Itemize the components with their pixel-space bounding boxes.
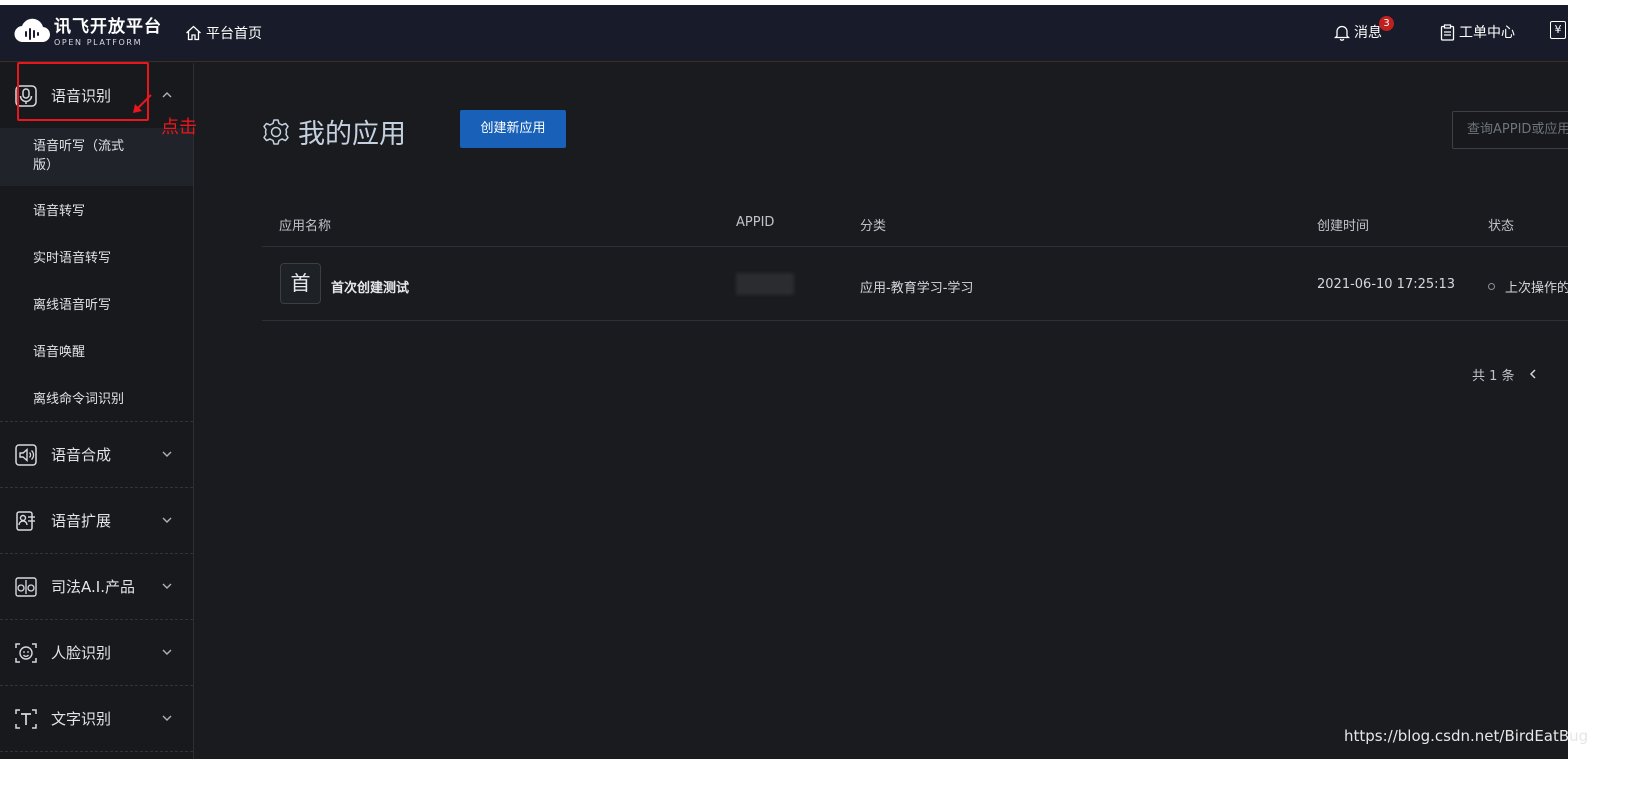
- scale-icon: [15, 576, 37, 597]
- sidebar-group-label: 司法A.I.产品: [51, 578, 135, 596]
- billing-link[interactable]: ¥: [1550, 21, 1566, 39]
- chevron-down-icon[interactable]: [161, 713, 173, 723]
- column-status: 状态: [1488, 219, 1515, 234]
- clipboard-icon: [1440, 23, 1455, 41]
- chevron-down-icon[interactable]: [161, 449, 173, 459]
- home-icon: [186, 25, 201, 41]
- text-icon: [15, 708, 37, 729]
- logo-subtitle: OPEN PLATFORM: [54, 38, 143, 47]
- sidebar-group-label: 语音合成: [51, 446, 112, 464]
- sidebar: 语音识别 语音听写（流式版） 语音转写 实时语音转写 离线语音听写 语音唤醒 离…: [0, 63, 194, 759]
- app-name[interactable]: 首次创建测试: [331, 277, 409, 296]
- sidebar-item-realtime-transcription[interactable]: 实时语音转写: [0, 233, 193, 280]
- chevron-left-icon[interactable]: [1528, 367, 1538, 381]
- search-input[interactable]: 查询APPID或应用: [1452, 111, 1568, 149]
- sidebar-group-label: 语音识别: [51, 87, 112, 105]
- sidebar-group-speech-extension[interactable]: 语音扩展: [0, 488, 193, 554]
- nav-home-label: 平台首页: [206, 26, 262, 42]
- sidebar-group-label: 语音扩展: [51, 512, 112, 530]
- column-app-name: 应用名称: [279, 219, 332, 234]
- bell-icon: [1334, 25, 1350, 41]
- app-window: 讯飞开放平台 OPEN PLATFORM 平台首页 消息 3 工单中心 ¥ 语音…: [0, 5, 1568, 759]
- sidebar-group-judicial-ai[interactable]: 司法A.I.产品: [0, 554, 193, 620]
- chevron-down-icon[interactable]: [161, 581, 173, 591]
- sidebar-group-label: 文字识别: [51, 710, 112, 728]
- page-heading: 我的应用: [262, 112, 406, 151]
- app-category: 应用-教育学习-学习: [860, 281, 974, 296]
- sidebar-item-label: 语音唤醒: [33, 345, 86, 360]
- sidebar-item-label: 实时语音转写: [33, 251, 112, 266]
- app-created-time: 2021-06-10 17:25:13: [1317, 277, 1456, 292]
- sidebar-group-speech-synthesis[interactable]: 语音合成: [0, 422, 193, 488]
- app-avatar: 首: [280, 263, 321, 304]
- face-icon: [15, 642, 37, 663]
- sidebar-item-voice-wakeup[interactable]: 语音唤醒: [0, 327, 193, 374]
- sidebar-item-label: 离线语音听写: [33, 298, 112, 313]
- sidebar-item-offline-command[interactable]: 离线命令词识别: [0, 374, 193, 421]
- sidebar-item-transcription[interactable]: 语音转写: [0, 186, 193, 233]
- microphone-icon: [15, 84, 37, 107]
- chevron-down-icon[interactable]: [161, 647, 173, 657]
- currency-icon: ¥: [1550, 21, 1566, 39]
- sidebar-item-label: 离线命令词识别: [33, 392, 125, 407]
- ticket-center-link[interactable]: 工单中心: [1440, 22, 1515, 42]
- cloud-voice-logo-icon: [14, 18, 50, 43]
- annotation-click-label: 点击: [161, 117, 197, 138]
- logo-title: 讯飞开放平台: [54, 17, 162, 37]
- sidebar-group-face-recognition[interactable]: 人脸识别: [0, 620, 193, 686]
- annotation-arrow-icon: [133, 94, 152, 113]
- appid-redacted: [736, 273, 794, 295]
- column-created-time: 创建时间: [1317, 219, 1370, 234]
- sidebar-group-header[interactable]: 语音扩展: [0, 488, 193, 553]
- sidebar-group-header[interactable]: 文字识别: [0, 686, 193, 751]
- sidebar-group-header[interactable]: 语音合成: [0, 422, 193, 487]
- top-navbar: 讯飞开放平台 OPEN PLATFORM 平台首页 消息 3 工单中心 ¥: [0, 5, 1568, 62]
- sidebar-group-text-recognition[interactable]: 文字识别: [0, 686, 193, 752]
- platform-logo[interactable]: 讯飞开放平台 OPEN PLATFORM: [14, 15, 162, 51]
- sidebar-item-label: 语音听写（流式版）: [33, 139, 125, 173]
- table-row[interactable]: 首 首次创建测试 应用-教育学习-学习 2021-06-10 17:25:13 …: [262, 248, 1568, 321]
- page-title: 我的应用: [298, 119, 406, 150]
- status-dot-icon: [1488, 283, 1495, 290]
- nav-home-link[interactable]: 平台首页: [185, 23, 262, 43]
- messages-label: 消息: [1354, 25, 1382, 41]
- pagination-total: 共 1 条: [1472, 369, 1515, 384]
- speaker-icon: [15, 443, 37, 466]
- sidebar-item-label: 语音转写: [33, 204, 86, 219]
- message-count-badge: 3: [1379, 16, 1394, 31]
- chevron-down-icon[interactable]: [161, 515, 173, 525]
- voice-ext-icon: [16, 510, 35, 531]
- sidebar-group-label: 人脸识别: [51, 644, 112, 662]
- sidebar-group-header[interactable]: 人脸识别: [0, 620, 193, 685]
- messages-link[interactable]: 消息 3: [1334, 16, 1394, 42]
- ticket-center-label: 工单中心: [1459, 25, 1515, 41]
- watermark: https://blog.csdn.net/BirdEatBug: [1344, 727, 1589, 745]
- chevron-up-icon[interactable]: [161, 90, 173, 100]
- gear-icon: [263, 118, 289, 145]
- column-appid: APPID: [736, 215, 775, 230]
- app-status: 上次操作的: [1505, 281, 1568, 296]
- create-app-button[interactable]: 创建新应用: [460, 110, 566, 148]
- column-category: 分类: [860, 219, 887, 234]
- sidebar-item-offline-dictation[interactable]: 离线语音听写: [0, 280, 193, 327]
- sidebar-group-header[interactable]: 司法A.I.产品: [0, 554, 193, 619]
- table-header: 应用名称 APPID 分类 创建时间 状态: [262, 193, 1568, 247]
